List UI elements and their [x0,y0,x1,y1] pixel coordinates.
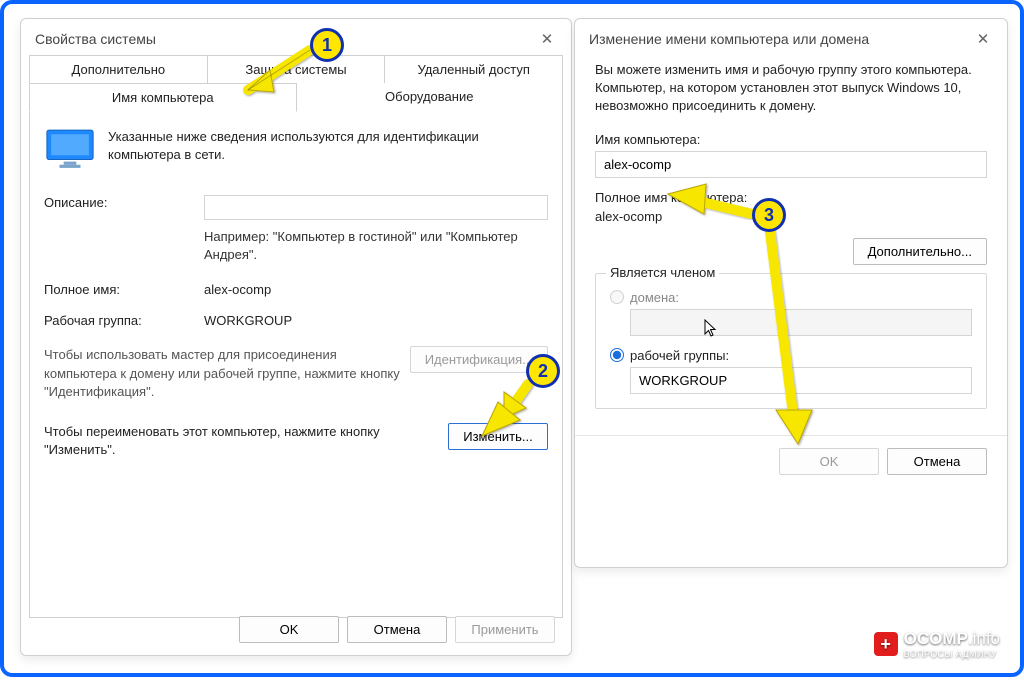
description-hint: Например: "Компьютер в гостиной" или "Ко… [204,228,548,264]
intro-text: Указанные ниже сведения используются для… [108,128,548,164]
watermark-brand: OCOMP [904,629,968,648]
watermark-sub: ВОПРОСЫ АДМИНУ [904,649,1000,659]
full-computer-name-value: alex-ocomp [595,209,987,224]
full-computer-name-label: Полное имя компьютера: [595,190,987,205]
cancel-button[interactable]: Отмена [347,616,447,643]
cursor-icon [704,319,718,340]
watermark-suffix: .info [968,629,1000,648]
domain-radio-label: домена: [630,290,679,305]
change-help-text: Чтобы переименовать этот компьютер, нажм… [44,423,438,459]
close-icon[interactable]: ✕ [537,29,557,49]
watermark-plus-icon: + [874,632,898,656]
dialog-footer: OK Отмена [575,435,1007,491]
cancel-button[interactable]: Отмена [887,448,987,475]
tab-advanced[interactable]: Дополнительно [29,55,208,83]
fullname-label: Полное имя: [44,282,204,297]
annotation-badge-1: 1 [310,28,344,62]
tab-remote[interactable]: Удаленный доступ [385,55,563,83]
computer-name-change-dialog: Изменение имени компьютера или домена ✕ … [574,18,1008,568]
description-label: Описание: [44,195,204,210]
intro-paragraph: Вы можете изменить имя и рабочую группу … [595,61,987,116]
member-of-fieldset: Является членом домена: рабочей группы: [595,273,987,409]
annotation-badge-2: 2 [526,354,560,388]
change-button[interactable]: Изменить... [448,423,548,450]
dialog-title: Свойства системы [35,31,156,47]
tab-hardware[interactable]: Оборудование [297,83,564,112]
domain-radio-row[interactable]: домена: [610,290,972,305]
workgroup-label: Рабочая группа: [44,313,204,328]
workgroup-value: WORKGROUP [204,313,548,328]
tab-computer-name[interactable]: Имя компьютера [29,83,297,112]
dialog-footer: OK Отмена Применить [239,616,555,643]
tabstrip: Дополнительно Защита системы Удаленный д… [21,55,571,112]
workgroup-input[interactable] [630,367,972,394]
monitor-icon [44,128,96,173]
workgroup-radio-label: рабочей группы: [630,348,729,363]
ok-button[interactable]: OK [779,448,879,475]
domain-radio[interactable] [610,290,624,304]
more-button[interactable]: Дополнительно... [853,238,987,265]
fullname-value: alex-ocomp [204,282,548,297]
workgroup-radio-row[interactable]: рабочей группы: [610,348,972,363]
description-input[interactable] [204,195,548,220]
dialog-title: Изменение имени компьютера или домена [589,31,869,47]
annotation-badge-3: 3 [752,198,786,232]
identification-help-text: Чтобы использовать мастер для присоедине… [44,346,400,401]
computer-name-input[interactable] [595,151,987,178]
domain-input [630,309,972,336]
tab-system-protection[interactable]: Защита системы [208,55,386,83]
ok-button[interactable]: OK [239,616,339,643]
apply-button[interactable]: Применить [455,616,555,643]
close-icon[interactable]: ✕ [973,29,993,49]
workgroup-radio[interactable] [610,348,624,362]
computer-name-label: Имя компьютера: [595,132,987,147]
titlebar: Изменение имени компьютера или домена ✕ [575,19,1007,55]
member-of-legend: Является членом [606,265,719,280]
system-properties-dialog: Свойства системы ✕ Дополнительно Защита … [20,18,572,656]
watermark: + OCOMP.info ВОПРОСЫ АДМИНУ [874,629,1000,659]
titlebar: Свойства системы ✕ [21,19,571,55]
tab-panel-computer-name: Указанные ниже сведения используются для… [29,112,563,618]
